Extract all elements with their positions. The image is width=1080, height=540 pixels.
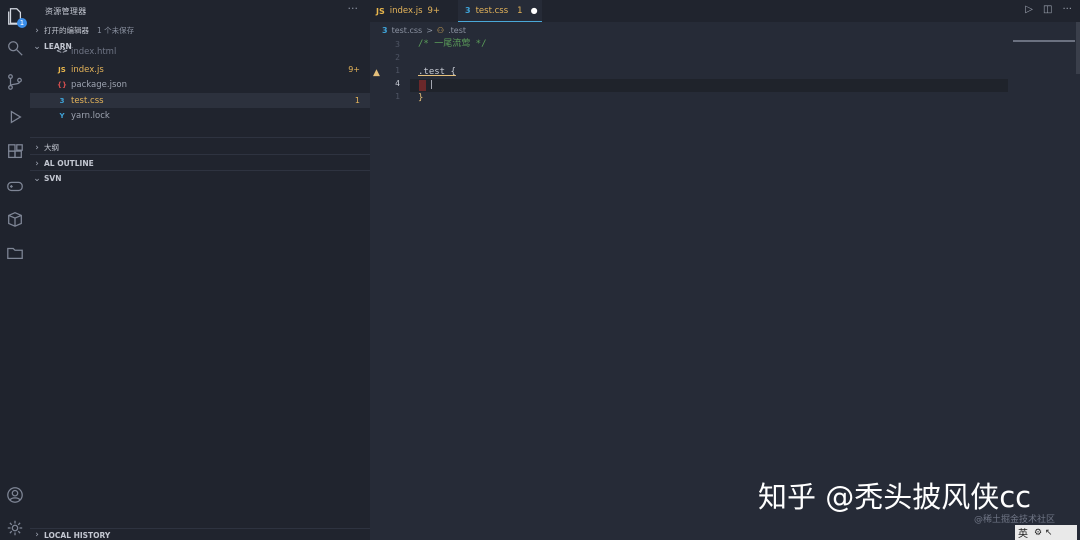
chevron-down-icon: ⌄: [33, 173, 41, 184]
breadcrumb-file[interactable]: test.css: [392, 26, 423, 35]
unsaved-dot-icon[interactable]: ●: [531, 6, 538, 15]
tab-problem-count: 1: [517, 5, 523, 16]
tab-test-css[interactable]: 3 test.css 1 ●: [458, 0, 542, 22]
code-line: /* 一尾流莺 */: [418, 39, 487, 49]
extensions-icon[interactable]: [5, 142, 25, 162]
file-name: index.html: [71, 47, 117, 57]
tab-problem-count: 9+: [427, 6, 441, 16]
section-open-editors[interactable]: › 打开的编辑器 1 个未保存: [30, 23, 370, 38]
file-row[interactable]: JS index.js 9+: [30, 62, 370, 77]
css-file-icon: 3: [59, 96, 65, 105]
problem-count: 9+: [348, 65, 360, 74]
watermark-sub: @稀土掘金技术社区: [974, 515, 1056, 525]
chevron-right-icon: ›: [35, 142, 39, 153]
breadcrumb-separator: >: [426, 26, 433, 35]
open-editors-unsaved: 1 个未保存: [97, 26, 135, 35]
section-label: AL OUTLINE: [44, 159, 94, 168]
source-control-icon[interactable]: [5, 72, 25, 92]
folder-icon[interactable]: [5, 243, 25, 263]
section-label: 大纲: [44, 143, 59, 152]
css-file-icon: 3: [382, 26, 388, 35]
ime-language-label: 英: [1018, 529, 1028, 540]
line-number: 2: [395, 53, 400, 62]
editor-scrollbar[interactable]: [1076, 22, 1080, 74]
npm-file-icon: {}: [57, 80, 67, 89]
divider: [30, 137, 370, 138]
minimap[interactable]: [1013, 40, 1075, 42]
section-outline[interactable]: › 大纲: [30, 140, 370, 155]
divider: [30, 154, 370, 155]
account-icon[interactable]: [5, 485, 25, 505]
tab-index-js[interactable]: JS index.js 9+: [376, 0, 456, 22]
explorer-sidebar: 资源管理器 ··· › 打开的编辑器 1 个未保存 ⌄ LEARN <> ind…: [30, 0, 370, 540]
html-file-icon: <>: [56, 47, 68, 55]
settings-gear-icon[interactable]: [5, 518, 25, 538]
line-number-current: 4: [395, 79, 400, 88]
file-name: test.css: [71, 95, 104, 106]
css-file-icon: 3: [465, 6, 471, 15]
ime-settings-icon[interactable]: ⚙ ↖: [1034, 528, 1052, 538]
chevron-right-icon: ›: [35, 530, 39, 540]
chevron-right-icon: ›: [35, 158, 39, 169]
gamepad-icon[interactable]: [5, 176, 25, 196]
file-name: package.json: [71, 79, 127, 90]
more-actions-icon[interactable]: ···: [1062, 4, 1072, 15]
section-label: LOCAL HISTORY: [44, 530, 111, 540]
chevron-right-icon: ›: [35, 25, 39, 36]
divider: [30, 528, 370, 529]
tab-label: test.css: [475, 5, 509, 16]
problem-count: 1: [354, 96, 360, 105]
open-editors-label: 打开的编辑器: [44, 26, 89, 35]
line-number: 1: [395, 66, 400, 75]
explorer-badge: 1: [17, 18, 27, 28]
watermark: 知乎 @秃头披风侠cc: [758, 480, 1032, 514]
line-number: 3: [395, 40, 400, 49]
run-icon[interactable]: ▷: [1025, 4, 1033, 15]
package-icon[interactable]: [5, 209, 25, 229]
explorer-icon[interactable]: 1: [5, 6, 27, 28]
section-local-history[interactable]: › LOCAL HISTORY: [30, 530, 370, 540]
file-row[interactable]: {} package.json: [30, 77, 370, 92]
file-row[interactable]: Y yarn.lock: [30, 108, 370, 123]
symbol-icon: ⚇: [436, 26, 445, 35]
explorer-title: 资源管理器: [45, 7, 87, 16]
breadcrumb-symbol[interactable]: .test: [448, 26, 466, 35]
breadcrumb: 3 test.css > ⚇ .test: [382, 26, 466, 35]
tab-label: index.js: [389, 6, 423, 16]
js-file-icon: JS: [376, 6, 385, 16]
js-file-icon: JS: [58, 65, 66, 74]
section-label: SVN: [44, 174, 62, 183]
file-row[interactable]: <> index.html: [30, 47, 370, 59]
run-debug-icon[interactable]: [5, 107, 25, 127]
code-line: }: [418, 93, 424, 103]
editor-actions: ▷ ◫ ···: [1025, 4, 1072, 15]
section-al-outline[interactable]: › AL OUTLINE: [30, 156, 370, 171]
current-line-highlight: [410, 79, 1008, 92]
file-name: yarn.lock: [71, 110, 110, 121]
code-line: .test {: [418, 67, 456, 77]
bracket-match-highlight: [419, 80, 426, 91]
split-editor-icon[interactable]: ◫: [1043, 4, 1052, 15]
editor-tabbar: JS index.js 9+ 3 test.css 1 ● ▷ ◫ ···: [370, 0, 1080, 22]
ime-indicator[interactable]: 英 ⚙ ↖: [1015, 525, 1077, 540]
section-svn[interactable]: ⌄ SVN: [30, 171, 370, 186]
explorer-more-icon[interactable]: ···: [348, 2, 359, 15]
activity-bar: 1: [0, 0, 30, 540]
yarn-file-icon: Y: [59, 111, 65, 120]
file-row-selected[interactable]: 3 test.css 1: [30, 93, 370, 108]
file-name: index.js: [71, 64, 104, 75]
search-icon[interactable]: [5, 38, 25, 58]
line-number: 1: [395, 92, 400, 101]
